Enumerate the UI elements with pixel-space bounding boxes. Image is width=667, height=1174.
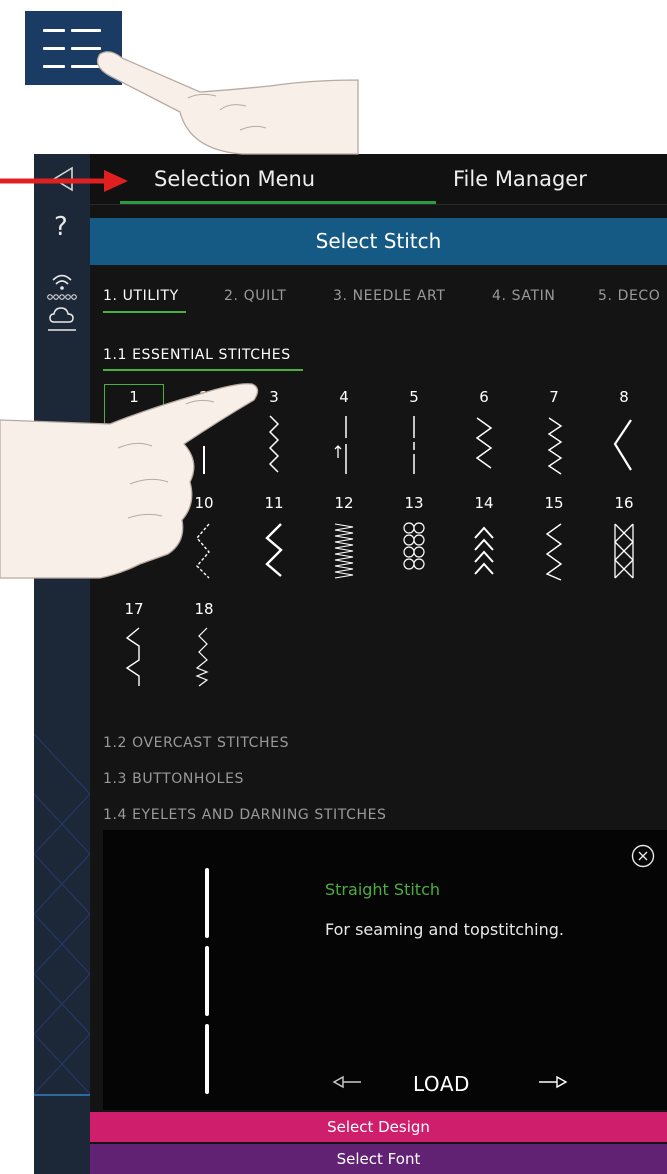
zigzag-stitch-icon [547,417,563,475]
stitch-number: 7 [549,388,559,406]
menu-bar [43,47,65,50]
menu-bar [43,65,65,68]
active-tab-indicator [120,201,436,204]
tab-utility[interactable]: 1. UTILITY [103,288,179,304]
close-icon[interactable] [631,844,655,868]
tab-deco[interactable]: 5. DECO [598,288,660,304]
stitch-14[interactable]: 14 [454,490,514,590]
overlock-zigzag-icon [545,523,563,581]
pointer-arrow-icon [0,170,128,192]
tab-quilt[interactable]: 2. QUILT [224,288,286,304]
stitch-preview-icon [205,868,209,1094]
header-bar: Select Stitch [90,218,667,265]
stitch-number: 5 [409,388,419,406]
select-design-button[interactable]: Select Design [90,1112,667,1142]
previous-arrow-icon[interactable] [331,1074,363,1090]
subcategory-buttonholes[interactable]: 1.3 BUTTONHOLES [103,771,244,787]
satin-stitch-icon [334,523,354,579]
tab-file-manager[interactable]: File Manager [453,154,587,204]
select-design-label: Select Design [327,1118,430,1136]
tab-selection-menu[interactable]: Selection Menu [154,154,315,204]
menu-bar [43,29,65,32]
stitch-title: Straight Stitch [325,880,440,899]
category-underline [103,311,186,313]
next-arrow-icon[interactable] [537,1074,569,1090]
stitch-16[interactable]: 16 [594,490,654,590]
zigzag-stitch-icon [475,417,493,469]
device-screen: ? Selection Menu File Manager Select Sti… [34,154,667,1174]
stitch-info-panel: Straight Stitch For seaming and topstitc… [103,830,667,1110]
stitch-number: 13 [404,494,424,512]
wide-zigzag-stitch-icon [613,419,632,471]
stitch-number: 12 [334,494,354,512]
select-font-button[interactable]: Select Font [90,1144,667,1174]
subcategory-essential-stitches[interactable]: 1.1 ESSENTIAL STITCHES [103,347,291,363]
top-tab-bar: Selection Menu File Manager [90,154,667,205]
feather-stitch-icon [474,526,494,575]
cross-stitch-icon [614,523,634,579]
sidebar: ? [34,154,90,1174]
load-button[interactable]: LOAD [413,1072,470,1096]
stitch-number: 8 [619,388,629,406]
page-title: Select Stitch [315,229,442,253]
subcategory-overcast-stitches[interactable]: 1.2 OVERCAST STITCHES [103,735,289,751]
honeycomb-stitch-icon [403,522,425,570]
help-icon[interactable]: ? [54,212,68,242]
elastic-blind-hem-icon [195,627,209,687]
stitch-number: 4 [339,388,349,406]
stitch-12[interactable]: 12 [314,490,374,590]
stitch-18[interactable]: 18 [174,596,234,696]
tab-satin[interactable]: 4. SATIN [492,288,555,304]
stretch-straight-stitch-icon [413,416,415,474]
stitch-17[interactable]: 17 [104,596,164,696]
stitch-description: For seaming and topstitching. [325,920,564,939]
stitch-number: 15 [544,494,564,512]
stitch-7[interactable]: 7 [524,384,584,484]
tab-needle-art[interactable]: 3. NEEDLE ART [333,288,446,304]
stitch-6[interactable]: 6 [454,384,514,484]
stitch-4[interactable]: 4 [314,384,374,484]
stitch-number: 6 [479,388,489,406]
stitch-8[interactable]: 8 [594,384,654,484]
stitch-5[interactable]: 5 [384,384,444,484]
wifi-icon[interactable] [44,266,80,302]
stitch-number: 14 [474,494,494,512]
stitch-number: 16 [614,494,634,512]
pointing-hand-icon [96,51,359,155]
pointing-hand-icon [0,383,259,579]
menu-bar [71,29,101,32]
select-font-label: Select Font [336,1150,421,1168]
basting-stitch-icon [334,416,347,474]
blind-hem-stitch-icon [125,627,140,686]
stitch-15[interactable]: 15 [524,490,584,590]
subcategory-eyelets-darning[interactable]: 1.4 EYELETS AND DARNING STITCHES [103,807,387,823]
cloud-icon[interactable] [44,304,80,334]
stitch-13[interactable]: 13 [384,490,444,590]
